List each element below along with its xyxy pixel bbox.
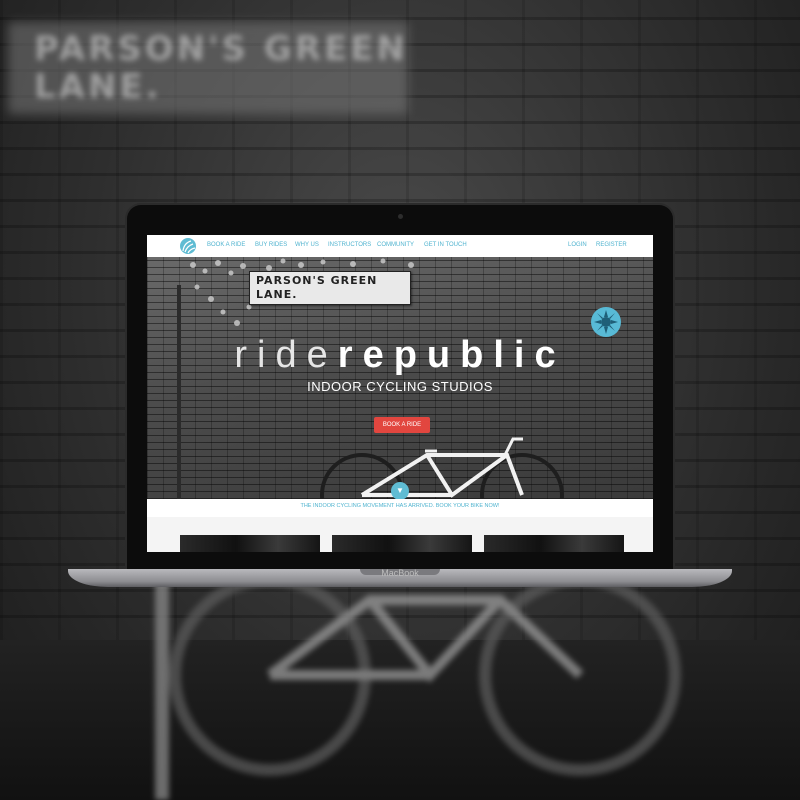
camera-icon xyxy=(398,214,403,219)
feature-thumbnail[interactable] xyxy=(332,535,472,552)
nav-link-why-us[interactable]: WHY US xyxy=(295,242,319,248)
laptop-lid: BOOK A RIDE BUY RIDES WHY US INSTRUCTORS… xyxy=(127,205,673,569)
feature-thumbnail[interactable] xyxy=(484,535,624,552)
laptop-screen: BOOK A RIDE BUY RIDES WHY US INSTRUCTORS… xyxy=(147,235,653,552)
nav-link-buy-rides[interactable]: BUY RIDES xyxy=(255,242,287,248)
brand-title-bold: republic xyxy=(337,334,566,376)
nav-link-community[interactable]: COMMUNITY xyxy=(377,242,414,248)
hero-section: PARSON'S GREEN LANE. riderepublic INDOOR… xyxy=(147,257,653,499)
nav-link-get-in-touch[interactable]: GET IN TOUCH xyxy=(424,242,467,248)
nav-link-register[interactable]: REGISTER xyxy=(596,242,627,248)
street-sign-line-2: LANE. xyxy=(256,288,298,301)
book-a-ride-button[interactable]: BOOK A RIDE xyxy=(374,417,430,433)
nav-link-book-a-ride[interactable]: BOOK A RIDE xyxy=(207,242,245,248)
street-sign: PARSON'S GREEN LANE. xyxy=(249,271,411,305)
brand-title: riderepublic xyxy=(147,335,653,375)
brand-title-light: ride xyxy=(234,334,338,376)
background-bicycle xyxy=(155,574,681,800)
chevron-down-icon[interactable]: ▼ xyxy=(391,482,409,499)
hero-bicycle xyxy=(320,437,564,499)
brand-badge-icon xyxy=(591,307,621,337)
nav-link-login[interactable]: LOGIN xyxy=(568,242,587,248)
street-sign-line-1: PARSON'S GREEN xyxy=(256,274,378,287)
feature-thumbnail[interactable] xyxy=(180,535,320,552)
background-street-sign-text: PARSON'S GREEN LANE. xyxy=(34,29,408,107)
spiral-logo-icon[interactable] xyxy=(180,238,196,254)
top-navigation: BOOK A RIDE BUY RIDES WHY US INSTRUCTORS… xyxy=(147,235,653,258)
hero-subtitle: INDOOR CYCLING STUDIOS xyxy=(307,379,493,394)
nav-link-instructors[interactable]: INSTRUCTORS xyxy=(328,242,371,248)
laptop-model-label: MacBook xyxy=(381,568,419,578)
